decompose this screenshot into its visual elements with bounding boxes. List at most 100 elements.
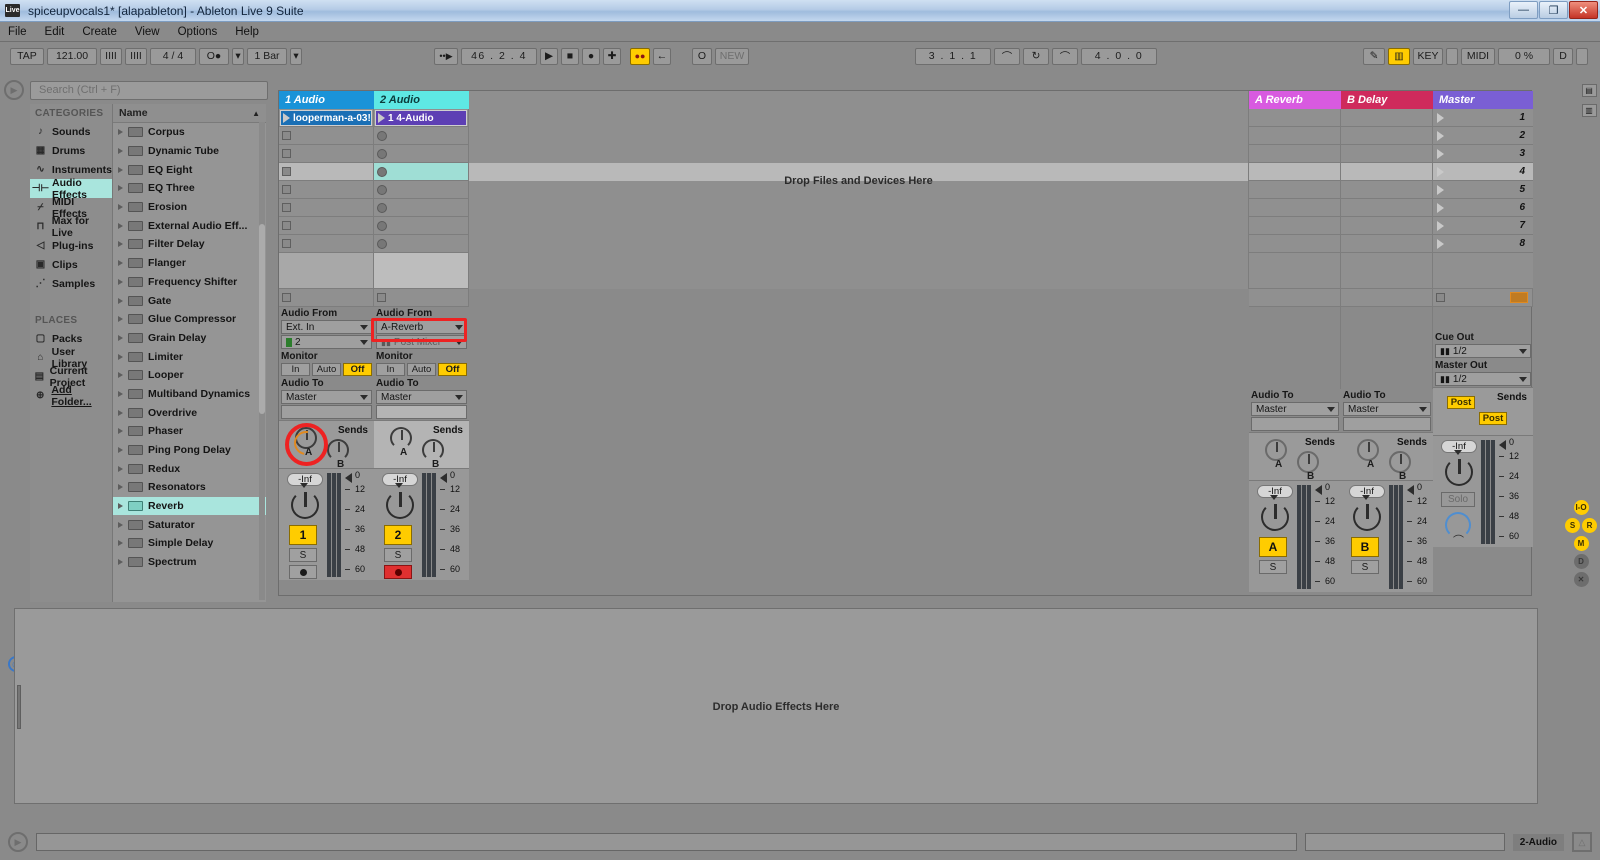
toggle-returns[interactable]: R <box>1582 518 1597 533</box>
metronome-button[interactable]: O <box>692 47 712 65</box>
expand-triangle-icon[interactable] <box>118 521 123 528</box>
expand-triangle-icon[interactable] <box>118 428 123 435</box>
record-slot-icon[interactable] <box>377 130 387 141</box>
expand-triangle-icon[interactable] <box>118 372 123 379</box>
device-list-item[interactable]: Glue Compressor <box>113 310 266 329</box>
clip-slot[interactable] <box>279 127 374 145</box>
monitor-in-button[interactable]: In <box>281 363 310 376</box>
device-list-item[interactable]: Erosion <box>113 198 266 217</box>
scene-play-icon[interactable] <box>1437 130 1444 141</box>
clip-slot[interactable] <box>374 163 469 181</box>
expand-triangle-icon[interactable] <box>118 353 123 360</box>
track-activator-b[interactable]: B <box>1351 537 1379 557</box>
metronome-lines-a-icon[interactable]: IIII <box>100 47 122 65</box>
toggle-mixer[interactable]: M <box>1573 536 1589 551</box>
stop-clip-icon[interactable] <box>282 203 291 212</box>
quantization-dropdown-arrow-icon[interactable]: ▾ <box>290 47 302 65</box>
status-expand-icon[interactable]: △ <box>1572 832 1592 852</box>
sidebar-item-drums[interactable]: ▦ Drums <box>30 141 112 160</box>
arrangement-view-selector-icon[interactable]: ▥ <box>1581 104 1597 117</box>
audio-to-dropdown[interactable]: Master <box>1251 402 1339 416</box>
solo-button-a[interactable]: S <box>1259 560 1287 574</box>
expand-triangle-icon[interactable] <box>118 409 123 416</box>
clip-slot[interactable]: looperman-a-03! <box>279 109 374 127</box>
clip-slot[interactable] <box>374 217 469 235</box>
metronome-lines-b-icon[interactable]: IIII <box>125 47 147 65</box>
device-list-item[interactable]: Reverb <box>113 496 266 516</box>
stop-clip-icon[interactable] <box>282 167 291 176</box>
sidebar-item-plug-ins[interactable]: ◁ Plug-ins <box>30 236 112 255</box>
expand-triangle-icon[interactable] <box>118 334 123 341</box>
expand-triangle-icon[interactable] <box>118 465 123 472</box>
loop-start-field[interactable]: 3 . 1 . 1 <box>915 47 991 65</box>
solo-button-1[interactable]: S <box>289 548 317 562</box>
scene-launch-3[interactable]: 3 <box>1433 145 1533 163</box>
expand-triangle-icon[interactable] <box>118 559 123 566</box>
input-channel-dropdown[interactable]: 2 <box>281 335 372 349</box>
expand-triangle-icon[interactable] <box>118 390 123 397</box>
monitor-in-button[interactable]: In <box>376 363 405 376</box>
scene-play-icon[interactable] <box>1437 238 1444 249</box>
device-list-header[interactable]: Name ▲ <box>113 104 266 123</box>
clip-slot[interactable] <box>374 145 469 163</box>
audio-to-dropdown[interactable]: Master <box>281 390 372 404</box>
device-list-item[interactable]: Flanger <box>113 254 266 273</box>
arm-button-2[interactable] <box>384 565 412 579</box>
device-list-item[interactable]: External Audio Eff... <box>113 216 266 235</box>
master-header[interactable]: Master <box>1433 91 1533 109</box>
expand-triangle-icon[interactable] <box>118 222 123 229</box>
device-list-item[interactable]: Gate <box>113 291 266 310</box>
stop-button[interactable]: ■ <box>561 47 579 65</box>
cue-out-dropdown[interactable]: ▮▮ 1/2 <box>1435 344 1531 358</box>
post-b-button[interactable]: Post <box>1479 412 1507 425</box>
stop-clip-icon[interactable] <box>282 239 291 248</box>
monitor-auto-button[interactable]: Auto <box>407 363 436 376</box>
crossfader-assign-icon[interactable] <box>1510 292 1528 303</box>
expand-triangle-icon[interactable] <box>118 316 123 323</box>
return-header-a[interactable]: A Reverb <box>1249 91 1341 109</box>
send-a-knob[interactable] <box>1357 439 1379 461</box>
device-drop-area[interactable]: Drop Audio Effects Here <box>14 608 1538 804</box>
device-list-item[interactable]: Simple Delay <box>113 534 266 553</box>
sidebar-item-max-for-live[interactable]: ⊓ Max for Live <box>30 215 112 239</box>
send-a-knob[interactable] <box>390 427 412 449</box>
session-view-selector-icon[interactable]: ▤ <box>1581 84 1597 97</box>
punch-out-button[interactable]: ⌒ <box>1052 47 1078 65</box>
automation-arm-button[interactable]: ● ● <box>630 47 650 65</box>
stop-all-clips-icon[interactable] <box>1436 293 1445 302</box>
pan-knob[interactable] <box>1353 503 1381 531</box>
quantization-field[interactable]: 1 Bar <box>247 47 287 65</box>
back-to-arrangement-button[interactable]: ← <box>653 47 671 65</box>
scene-play-icon[interactable] <box>1437 184 1444 195</box>
sidebar-item-clips[interactable]: ▣ Clips <box>30 255 112 274</box>
time-signature-field[interactable]: 4 / 4 <box>150 47 196 65</box>
scene-launch-5[interactable]: 5 <box>1433 181 1533 199</box>
restore-button[interactable]: ❐ <box>1539 1 1568 19</box>
toggle-crossfader[interactable]: ✕ <box>1573 572 1589 587</box>
arm-button-1[interactable] <box>289 565 317 579</box>
menu-edit[interactable]: Edit <box>45 26 65 38</box>
record-slot-icon[interactable] <box>377 166 387 177</box>
pan-knob[interactable] <box>1261 503 1289 531</box>
track-activator-a[interactable]: A <box>1259 537 1287 557</box>
device-list-item[interactable]: Dynamic Tube <box>113 142 266 161</box>
return-header-b[interactable]: B Delay <box>1341 91 1433 109</box>
expand-triangle-icon[interactable] <box>118 278 123 285</box>
scene-play-icon[interactable] <box>1437 112 1444 123</box>
midi-map-button[interactable]: MIDI <box>1461 47 1495 65</box>
minimize-button[interactable]: — <box>1509 1 1538 19</box>
clip-play-icon[interactable] <box>283 113 290 123</box>
audio-to-dropdown[interactable]: Master <box>376 390 467 404</box>
menu-view[interactable]: View <box>135 26 160 38</box>
expand-triangle-icon[interactable] <box>118 166 123 173</box>
clip-slot[interactable] <box>279 181 374 199</box>
device-list-item[interactable]: Phaser <box>113 422 266 441</box>
follow-dropdown-arrow-icon[interactable]: ▾ <box>232 47 244 65</box>
browser-preview-icon[interactable]: ▶ <box>4 80 24 100</box>
pan-knob[interactable] <box>386 491 414 519</box>
stop-all-row[interactable] <box>374 289 469 307</box>
loop-toggle-button[interactable]: ↻ <box>1023 47 1049 65</box>
computer-midi-keyboard-button[interactable]: ▥ <box>1388 47 1410 65</box>
track-activator-2[interactable]: 2 <box>384 525 412 545</box>
record-slot-icon[interactable] <box>377 220 387 231</box>
